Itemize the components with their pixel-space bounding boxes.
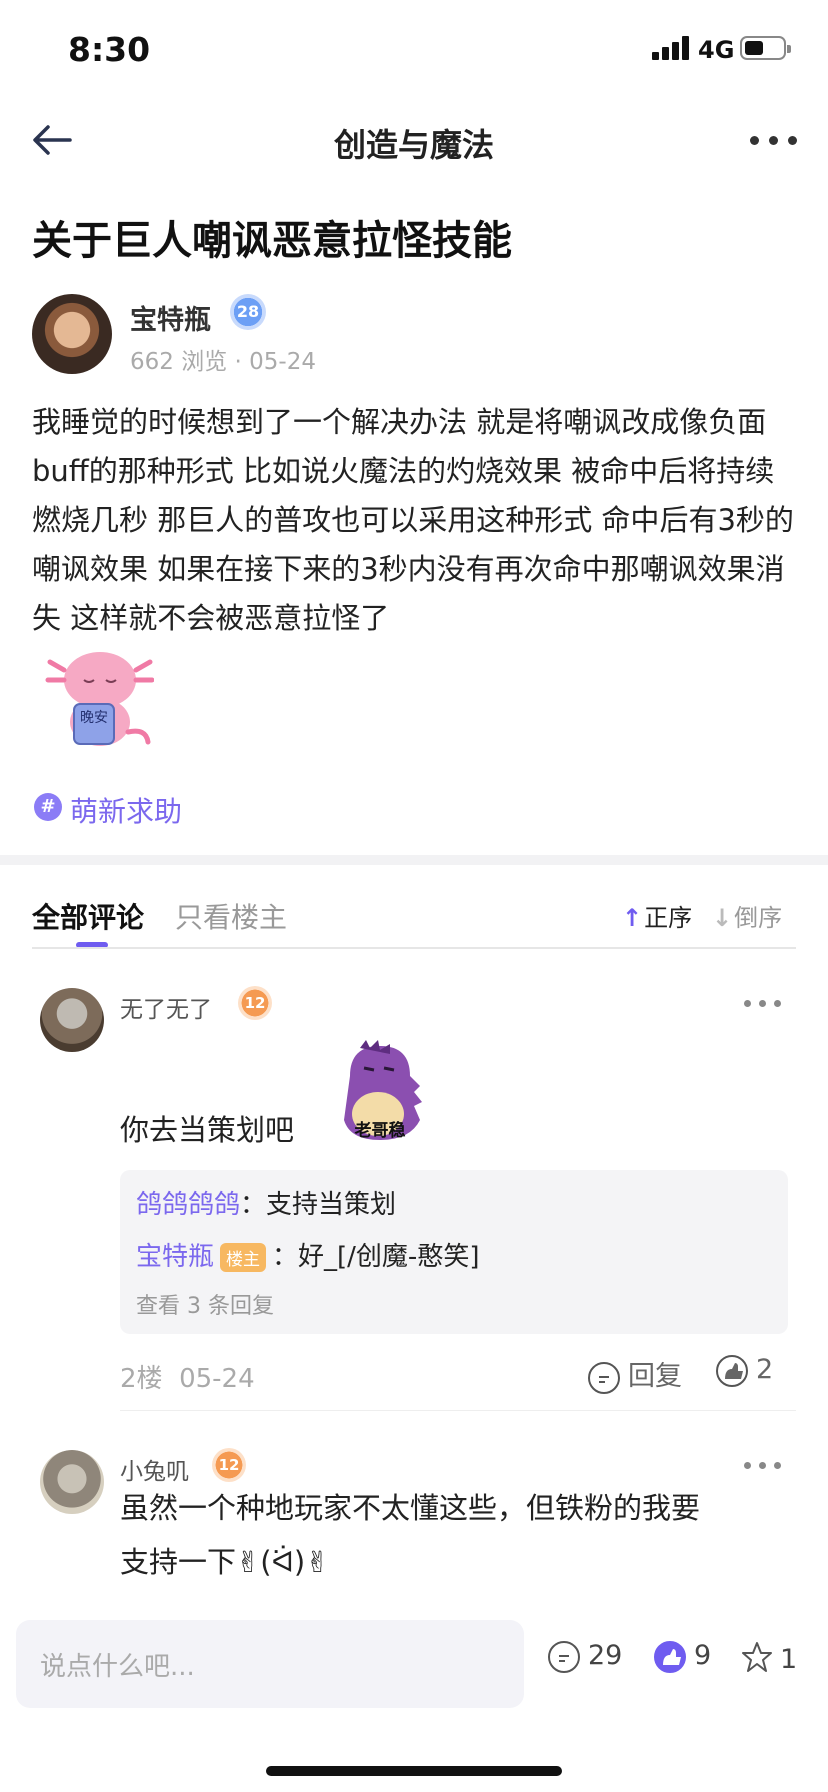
comment-floor-date: 2楼 05-24 [120,1358,255,1395]
sort-descending[interactable]: ↓倒序 [712,898,782,933]
reply-user[interactable]: 鸽鸽鸽鸽 [136,1190,240,1220]
svg-text:老哥稳: 老哥稳 [354,1120,406,1141]
star-icon [740,1640,774,1681]
status-time: 8:30 [68,30,151,69]
nav-title: 创造与魔法 [333,126,494,164]
author-name[interactable]: 宝特瓶 [130,298,211,337]
like-button[interactable]: 9 [654,1640,711,1673]
avatar[interactable] [32,294,112,374]
comment-more-icon[interactable] [744,1000,784,1012]
post-author[interactable]: 宝特瓶 28 662 浏览 · 05-24 [32,294,812,378]
post-title: 关于巨人嘲讽恶意拉怪技能 [32,218,512,264]
post-body: 我睡觉的时候想到了一个解决办法 就是将嘲讽改成像负面buff的那种形式 比如说火… [32,405,794,635]
bottom-bar: 说点什么吧... 29 9 1 [0,1610,828,1730]
comment-text: 你去当策划吧 [120,1113,295,1147]
section-divider [0,855,828,865]
more-options-icon[interactable] [750,130,800,150]
network-type: 4G [698,36,735,64]
comment-bubble-icon [588,1361,620,1394]
reply-item[interactable]: 鸽鸽鸽鸽：支持当策划 [136,1184,396,1221]
comment-user[interactable]: 小兔叽 [120,1452,189,1486]
comment-bubble-icon [548,1640,580,1673]
level-badge-icon: 12 [238,986,272,1020]
svg-text:晚安: 晚安 [80,710,108,726]
comments-button[interactable]: 29 [548,1640,622,1673]
like-button[interactable]: 2 [716,1354,773,1387]
post-meta: 662 浏览 · 05-24 [130,349,316,375]
level-badge-icon: 28 [230,294,266,330]
reply-text: 支持当策划 [266,1190,397,1220]
comment-input[interactable]: 说点什么吧... [16,1620,524,1708]
comment-text: 支持一下✌(ᐛ)✌ [120,1545,330,1579]
tabs-underline [32,947,796,949]
hashtag-icon: # [34,793,62,821]
favorite-button[interactable]: 1 [740,1640,797,1681]
arrow-down-icon: ↓ [712,904,733,932]
reply-preview[interactable]: 鸽鸽鸽鸽：支持当策划 宝特瓶 楼主 ：好_[/创魔-憨笑] 查看 3 条回复 [120,1170,788,1334]
comment-more-icon[interactable] [744,1462,784,1474]
tab-owner-only[interactable]: 只看楼主 [175,896,287,936]
comment-date: 05-24 [179,1364,255,1394]
reply-user[interactable]: 宝特瓶 [136,1242,214,1272]
level-badge-icon: 12 [212,1448,246,1482]
sort-ascending[interactable]: ↑正序 [622,898,692,933]
status-bar: 8:30 4G [0,0,828,96]
thumbs-up-icon [716,1354,748,1387]
view-more-replies[interactable]: 查看 3 条回复 [136,1288,274,1320]
reply-text: 好_[/创魔-憨笑] [298,1242,480,1272]
comment-text: 虽然一个种地玩家不太懂这些，但铁粉的我要 [120,1491,701,1525]
avatar[interactable] [40,988,104,1052]
reply-item[interactable]: 宝特瓶 楼主 ：好_[/创魔-憨笑] [136,1236,479,1273]
owner-badge: 楼主 [220,1243,267,1272]
home-indicator [266,1766,562,1776]
dinosaur-sticker-icon: 老哥稳 [330,1036,430,1146]
tab-all-comments[interactable]: 全部评论 [32,896,144,936]
nav-bar: 创造与魔法 [0,96,828,186]
floor-number: 2楼 [120,1364,163,1394]
comment-user[interactable]: 无了无了 [120,990,212,1024]
comment-divider [120,1410,796,1411]
avatar[interactable] [40,1450,104,1514]
reply-button[interactable]: 回复 [588,1354,682,1394]
comment-tabs: 全部评论 只看楼主 ↑正序 ↓倒序 [0,880,828,950]
topic-label[interactable]: 萌新求助 [70,790,182,830]
battery-icon [740,36,791,60]
arrow-up-icon: ↑ [622,904,643,932]
comment-input-placeholder: 说点什么吧... [40,1652,195,1682]
signal-icon [652,36,690,60]
thumbs-up-icon [654,1640,686,1673]
goodnight-sticker-icon: 晚安 [44,640,155,750]
